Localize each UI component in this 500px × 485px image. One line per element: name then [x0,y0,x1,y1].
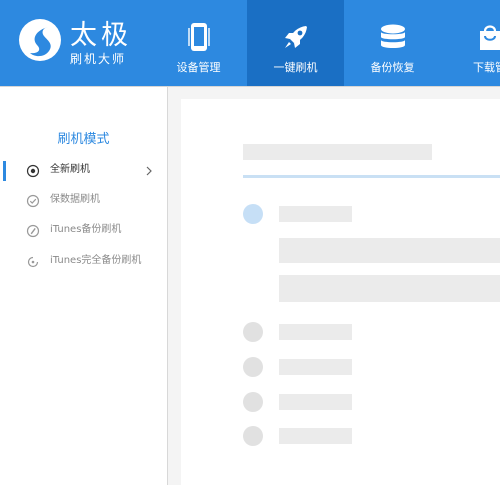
skeleton-block [279,275,500,302]
step-dot-active [243,204,263,224]
tab-label: 下载管 [473,61,500,74]
skeleton-step-label [279,428,352,444]
refresh-circle-icon [27,256,39,268]
step-dot [243,426,263,446]
sidebar-item-keep-data-flash[interactable]: 保数据刷机 [0,190,167,212]
sidebar-item-label: 全新刷机 [50,164,90,175]
tab-download-manager[interactable]: 下载管 [441,0,500,86]
tab-one-click-flash[interactable]: 一键刷机 [247,0,344,86]
tab-label: 备份恢复 [370,61,415,74]
phone-icon [187,23,210,51]
slash-circle-icon [26,224,40,238]
top-bar: 太极 刷机大师 设备管理 一键刷机 备份恢复 下载 [0,0,500,86]
check-circle-icon [26,194,40,208]
tab-label: 一键刷机 [273,61,318,74]
sidebar-item-label: iTunes备份刷机 [50,224,122,235]
sidebar: 刷机模式 全新刷机 保数据刷机 iTunes备份刷机 iTunes完全备份刷机 [0,87,168,485]
sidebar-item-fresh-flash[interactable]: 全新刷机 [0,160,167,182]
sidebar-item-label: 保数据刷机 [50,194,100,205]
progress-line [243,175,500,178]
sidebar-title: 刷机模式 [57,132,110,147]
tab-backup-restore[interactable]: 备份恢复 [344,0,441,86]
step-dot [243,392,263,412]
chevron-right-icon [146,166,152,176]
tab-label: 设备管理 [176,61,221,74]
skeleton-step-label [279,359,352,375]
sidebar-item-label: iTunes完全备份刷机 [50,255,142,266]
tab-device-management[interactable]: 设备管理 [150,0,247,86]
step-dot [243,357,263,377]
brand-name: 太极 [70,20,132,51]
radio-dot-icon [26,164,40,178]
skeleton-step-label [279,394,352,410]
sidebar-item-itunes-backup-flash[interactable]: iTunes备份刷机 [0,220,167,242]
rocket-icon [284,26,307,48]
sidebar-item-itunes-full-backup-flash[interactable]: iTunes完全备份刷机 [0,251,167,273]
step-dot [243,322,263,342]
taichi-logo-icon [19,19,61,61]
brand-subtitle: 刷机大师 [70,52,127,66]
skeleton-block [279,238,500,263]
skeleton-step-label [279,324,352,340]
skeleton-title [243,144,432,160]
active-indicator [3,161,6,181]
skeleton-step-label [279,206,352,222]
database-icon [380,24,405,48]
shopping-bag-icon [479,25,500,50]
